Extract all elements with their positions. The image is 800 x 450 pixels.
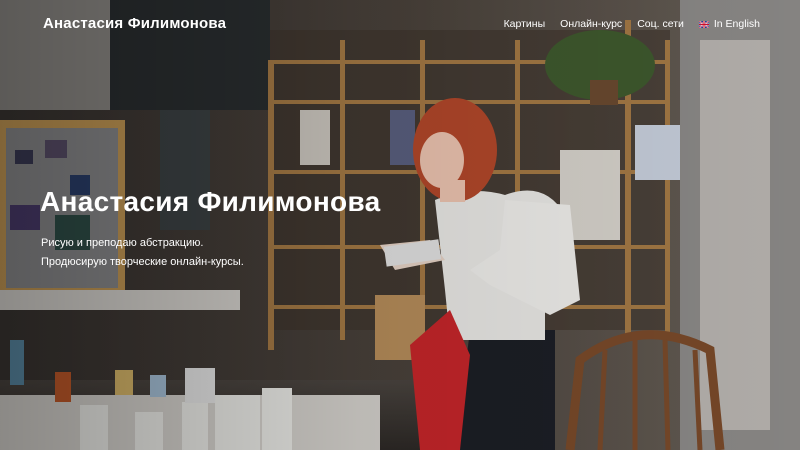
nav-paintings[interactable]: Картины [504, 18, 546, 30]
hero-headline: Анастасия Филимонова [40, 186, 381, 217]
nav-english[interactable]: In English [698, 18, 760, 30]
uk-flag-icon [698, 20, 709, 28]
hero-tagline-1: Рисую и преподаю абстракцию. [41, 237, 204, 249]
nav-social[interactable]: Соц. сети [637, 18, 684, 30]
site-title-link[interactable]: Анастасия Филимонова [43, 15, 226, 32]
hero-dark-overlay [0, 0, 800, 450]
main-nav: Картины Онлайн-курс Соц. сети In English [504, 18, 760, 30]
site-header: Анастасия Филимонова Картины Онлайн-курс… [0, 0, 800, 48]
nav-english-label: In English [713, 18, 760, 30]
nav-online-course[interactable]: Онлайн-курс [560, 18, 622, 30]
hero-tagline-2: Продюсирую творческие онлайн-курсы. [41, 256, 244, 268]
hero-section: Анастасия Филимонова Картины Онлайн-курс… [0, 0, 800, 450]
